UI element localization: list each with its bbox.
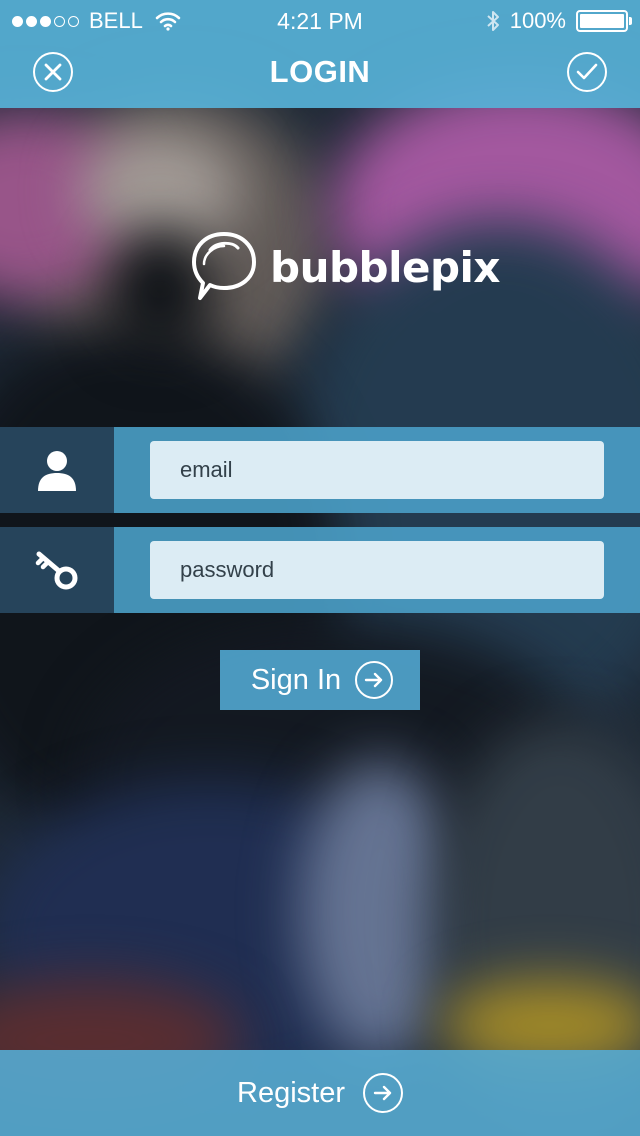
key-icon [35, 551, 78, 590]
bluetooth-icon [487, 11, 499, 31]
arrow-right-circle-icon [355, 661, 394, 699]
battery-percent: 100% [509, 8, 566, 33]
status-bar: BELL 4:21 PM 100% [0, 0, 640, 40]
email-field[interactable] [150, 441, 604, 499]
user-icon [38, 451, 76, 491]
password-row [0, 527, 640, 613]
speech-bubble-icon [192, 232, 256, 300]
register-button[interactable]: Register [0, 1050, 640, 1136]
sign-in-button[interactable]: Sign In [220, 650, 420, 710]
battery-icon [576, 10, 632, 32]
email-row [0, 427, 640, 513]
page-title: LOGIN [269, 54, 371, 89]
password-field[interactable] [150, 541, 604, 599]
register-label: Register [237, 1076, 345, 1109]
checkmark-icon [576, 63, 598, 80]
sign-in-label: Sign In [250, 663, 342, 696]
arrow-right-circle-icon [363, 1073, 403, 1113]
confirm-button[interactable] [567, 52, 607, 92]
nav-bar: BELL 4:21 PM 100% LOGIN [0, 0, 640, 108]
app-logo: bubblepix [190, 230, 501, 304]
logo-text: bubblepix [270, 242, 501, 292]
